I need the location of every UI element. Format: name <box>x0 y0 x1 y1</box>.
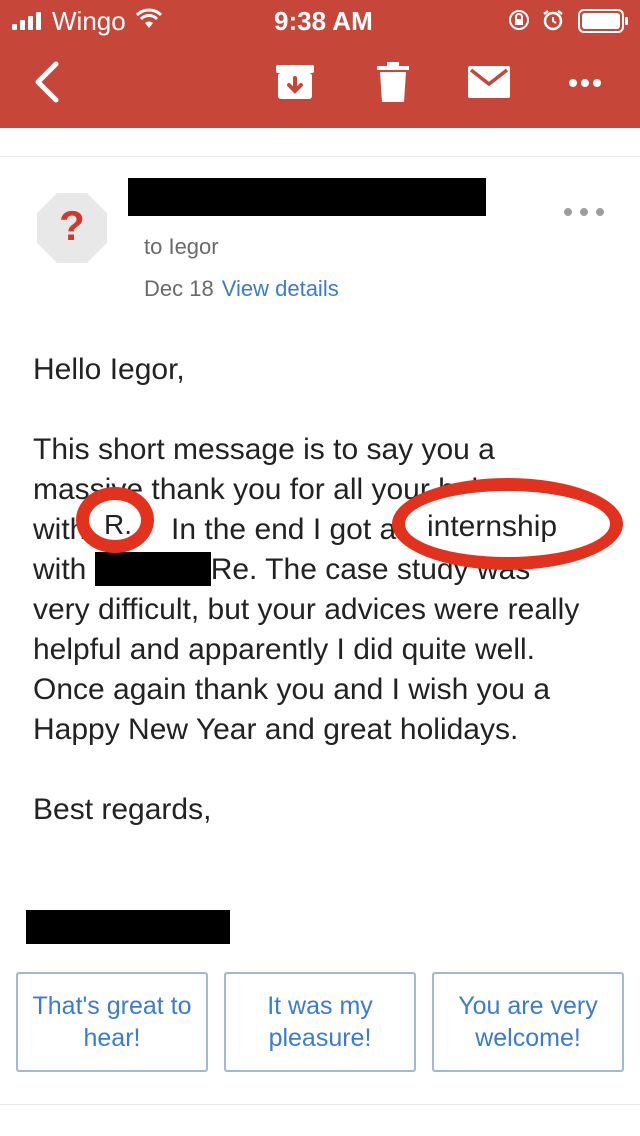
smart-replies: That's great to hear! It was my pleasure… <box>16 972 624 1072</box>
annotation-circle-text: internship <box>427 510 558 543</box>
smart-reply-button[interactable]: It was my pleasure! <box>224 972 416 1072</box>
sign-off: Best regards, <box>33 793 212 826</box>
signal-icon <box>12 12 46 30</box>
clock: 9:38 AM <box>274 6 373 36</box>
archive-button[interactable] <box>270 54 320 114</box>
message-more-button[interactable] <box>564 202 604 222</box>
back-button[interactable] <box>22 54 70 114</box>
sender-name-redacted <box>128 178 486 216</box>
status-bar: Wingo 9:38 AM <box>0 0 640 40</box>
annotation-circle-text: R. <box>104 509 132 540</box>
rotation-lock-icon <box>508 9 530 36</box>
message-date-row: Dec 18 View details <box>144 276 339 302</box>
wifi-icon <box>135 8 163 35</box>
message-body: Hello Iegor, This short message is to sa… <box>33 350 623 830</box>
signature-redacted <box>26 910 230 944</box>
toolbar <box>0 40 640 128</box>
closing-paragraph: Once again thank you and I wish you a Ha… <box>33 673 551 746</box>
trash-icon <box>377 61 409 107</box>
body-paragraph: very difficult, but your advices were re… <box>33 593 580 666</box>
divider <box>0 156 640 157</box>
divider <box>0 1104 640 1105</box>
more-options-button[interactable] <box>560 54 610 114</box>
body-fragment: with <box>33 553 87 586</box>
app-header: Wingo 9:38 AM <box>0 0 640 128</box>
view-details-link[interactable]: View details <box>222 276 339 301</box>
recipient-line[interactable]: to Iegor <box>144 234 219 260</box>
avatar-symbol: ? <box>59 202 85 249</box>
body-line: This short message is to say you a <box>33 433 495 466</box>
mail-icon <box>468 65 510 103</box>
battery-icon <box>578 9 630 38</box>
carrier-name: Wingo <box>52 6 126 36</box>
mark-unread-button[interactable] <box>464 54 514 114</box>
back-arrow-icon <box>32 60 60 109</box>
greeting: Hello Iegor, <box>33 353 185 386</box>
sender-avatar: ? <box>36 192 108 264</box>
smart-reply-button[interactable]: That's great to hear! <box>16 972 208 1072</box>
company-name-redacted <box>94 552 211 586</box>
alarm-icon <box>542 9 564 36</box>
more-icon <box>568 75 602 93</box>
message-date: Dec 18 <box>144 276 214 301</box>
delete-button[interactable] <box>368 54 418 114</box>
smart-reply-button[interactable]: You are very welcome! <box>432 972 624 1072</box>
archive-icon <box>275 63 315 106</box>
